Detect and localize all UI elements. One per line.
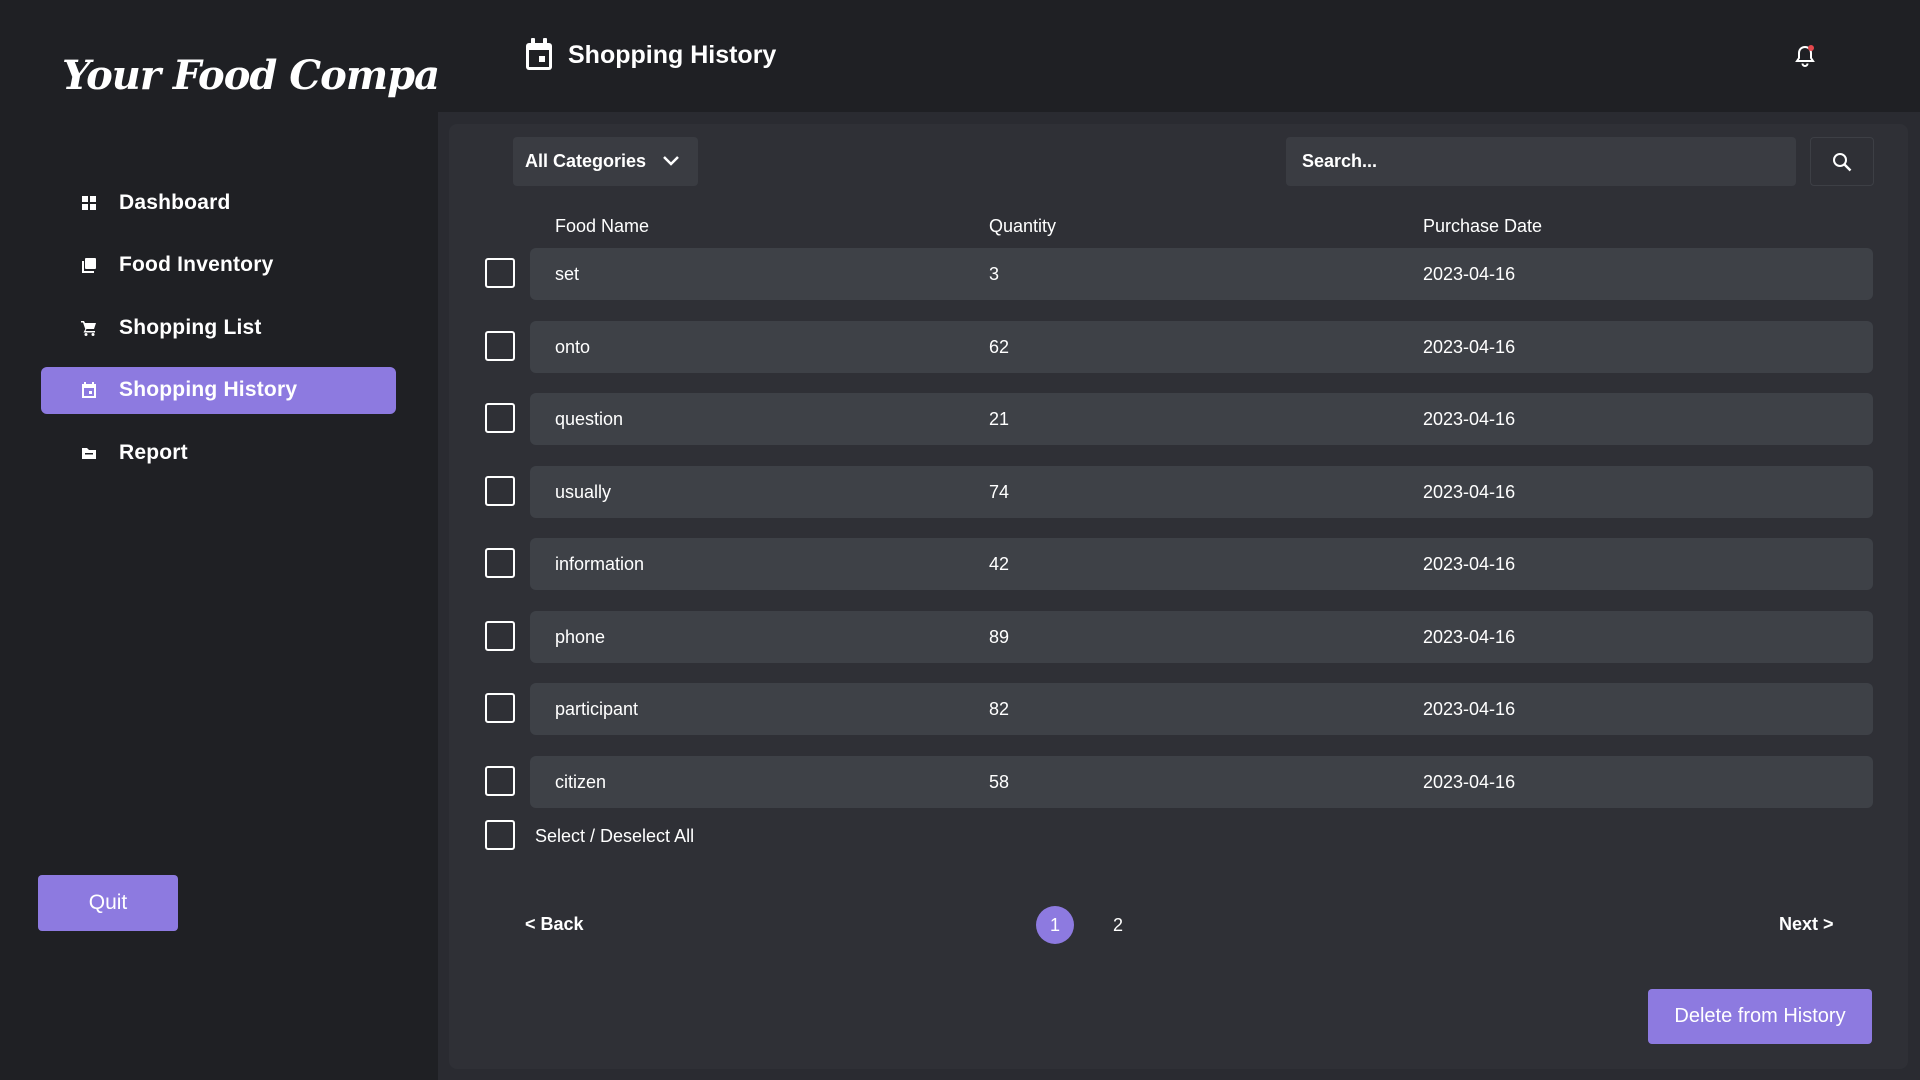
sidebar-item-report[interactable]: Report (41, 429, 396, 476)
row-bar: set 3 2023-04-16 (530, 248, 1873, 300)
table-row: set 3 2023-04-16 (485, 248, 1873, 300)
bell-icon[interactable] (1794, 44, 1816, 68)
cell-purchase-date: 2023-04-16 (1423, 264, 1516, 284)
table-row: participant 82 2023-04-16 (485, 683, 1873, 735)
cell-purchase-date: 2023-04-16 (1423, 626, 1516, 647)
cell-purchase-date: 2023-04-16 (1423, 409, 1516, 429)
page-title: Shopping History (524, 38, 776, 72)
inventory-icon (79, 255, 99, 275)
cell-food-name: participant (555, 699, 639, 719)
sidebar-item-label: Dashboard (119, 190, 231, 214)
calendar-icon (526, 38, 552, 70)
row-bar: citizen 58 2023-04-16 (530, 755, 1873, 808)
row-bar: onto 62 2023-04-16 (530, 320, 1873, 373)
chevron-down-icon (663, 156, 679, 166)
cell-quantity: 21 (989, 409, 1010, 429)
table-row: information 42 2023-04-16 (485, 538, 1873, 590)
cell-purchase-date: 2023-04-16 (1423, 336, 1516, 357)
row-bar: usually 74 2023-04-16 (530, 465, 1873, 518)
row-bar: information 42 2023-04-16 (530, 538, 1873, 590)
sidebar-item-food-inventory[interactable]: Food Inventory (41, 242, 396, 289)
cell-food-name: information (555, 554, 645, 574)
cell-purchase-date: 2023-04-16 (1423, 771, 1516, 792)
sidebar-item-shopping-history[interactable]: Shopping History (41, 366, 396, 414)
row-checkbox[interactable] (485, 475, 515, 506)
sidebar-item-dashboard[interactable]: Dashboard (41, 179, 396, 226)
sidebar-item-label: Shopping History (119, 378, 298, 401)
cell-quantity: 82 (989, 699, 1010, 719)
cell-food-name: set (555, 264, 580, 284)
cell-food-name: question (555, 409, 624, 429)
select-all-label: Select / Deselect All (535, 826, 695, 846)
column-header-food-name: Food Name (555, 216, 650, 236)
row-bar: phone 89 2023-04-16 (530, 610, 1873, 663)
page-number-1[interactable]: 1 (1036, 906, 1074, 944)
page-title-text: Shopping History (568, 40, 777, 69)
cell-food-name: citizen (555, 771, 607, 792)
history-panel: All Categories Food Name Quantity Purcha… (449, 124, 1908, 1069)
sidebar-item-label: Report (119, 440, 188, 464)
table-row: question 21 2023-04-16 (485, 393, 1873, 445)
pagination-back-button[interactable]: < Back (525, 914, 584, 935)
column-header-purchase-date: Purchase Date (1423, 216, 1543, 236)
category-dropdown[interactable]: All Categories (513, 137, 698, 186)
pagination-next-button[interactable]: Next > (1779, 914, 1834, 935)
select-all-checkbox[interactable] (485, 820, 515, 850)
cell-quantity: 58 (989, 771, 1010, 792)
row-checkbox[interactable] (485, 548, 515, 578)
table-row: usually 74 2023-04-16 (485, 465, 1873, 518)
column-header-quantity: Quantity (989, 216, 1057, 236)
row-checkbox[interactable] (485, 765, 515, 796)
category-dropdown-value: All Categories (525, 151, 647, 171)
dashboard-icon (79, 193, 99, 213)
cart-icon (79, 318, 99, 338)
select-all-row: Select / Deselect All (485, 820, 785, 852)
cell-food-name: phone (555, 626, 606, 647)
cell-food-name: usually (555, 481, 612, 502)
search-button[interactable] (1810, 137, 1874, 186)
cell-quantity: 89 (989, 626, 1010, 647)
table-row: onto 62 2023-04-16 (485, 320, 1873, 373)
row-bar: question 21 2023-04-16 (530, 393, 1873, 445)
row-checkbox[interactable] (485, 258, 515, 288)
sidebar-item-label: Food Inventory (119, 253, 274, 276)
quit-button[interactable]: Quit (38, 875, 178, 931)
cell-quantity: 62 (989, 336, 1010, 357)
delete-from-history-button[interactable]: Delete from History (1648, 989, 1872, 1044)
cell-purchase-date: 2023-04-16 (1423, 554, 1516, 574)
sidebar: Your Food Companion Dashboard Food Inven… (0, 0, 536, 1080)
row-checkbox[interactable] (485, 403, 515, 433)
search-icon (1833, 152, 1852, 171)
cell-quantity: 42 (989, 554, 1010, 574)
page-number-2[interactable]: 2 (1099, 906, 1137, 944)
folder-icon (79, 443, 99, 463)
table-row: phone 89 2023-04-16 (485, 610, 1873, 663)
search-input[interactable] (1286, 137, 1796, 186)
app-root: Your Food Companion Dashboard Food Inven… (0, 0, 1920, 1080)
cell-quantity: 3 (989, 264, 1000, 284)
row-checkbox[interactable] (485, 693, 515, 723)
cell-purchase-date: 2023-04-16 (1423, 699, 1516, 719)
sidebar-nav: Dashboard Food Inventory Shopping List S… (41, 179, 396, 492)
row-bar: participant 82 2023-04-16 (530, 683, 1873, 735)
top-header: Shopping History (438, 0, 1920, 112)
cell-purchase-date: 2023-04-16 (1423, 481, 1516, 502)
table-row: citizen 58 2023-04-16 (485, 755, 1873, 808)
cell-quantity: 74 (989, 481, 1010, 502)
calendar-icon (79, 380, 99, 400)
cell-food-name: onto (555, 336, 591, 357)
row-checkbox[interactable] (485, 620, 515, 651)
row-checkbox[interactable] (485, 330, 515, 361)
sidebar-item-label: Shopping List (119, 315, 262, 339)
sidebar-item-shopping-list[interactable]: Shopping List (41, 304, 396, 351)
